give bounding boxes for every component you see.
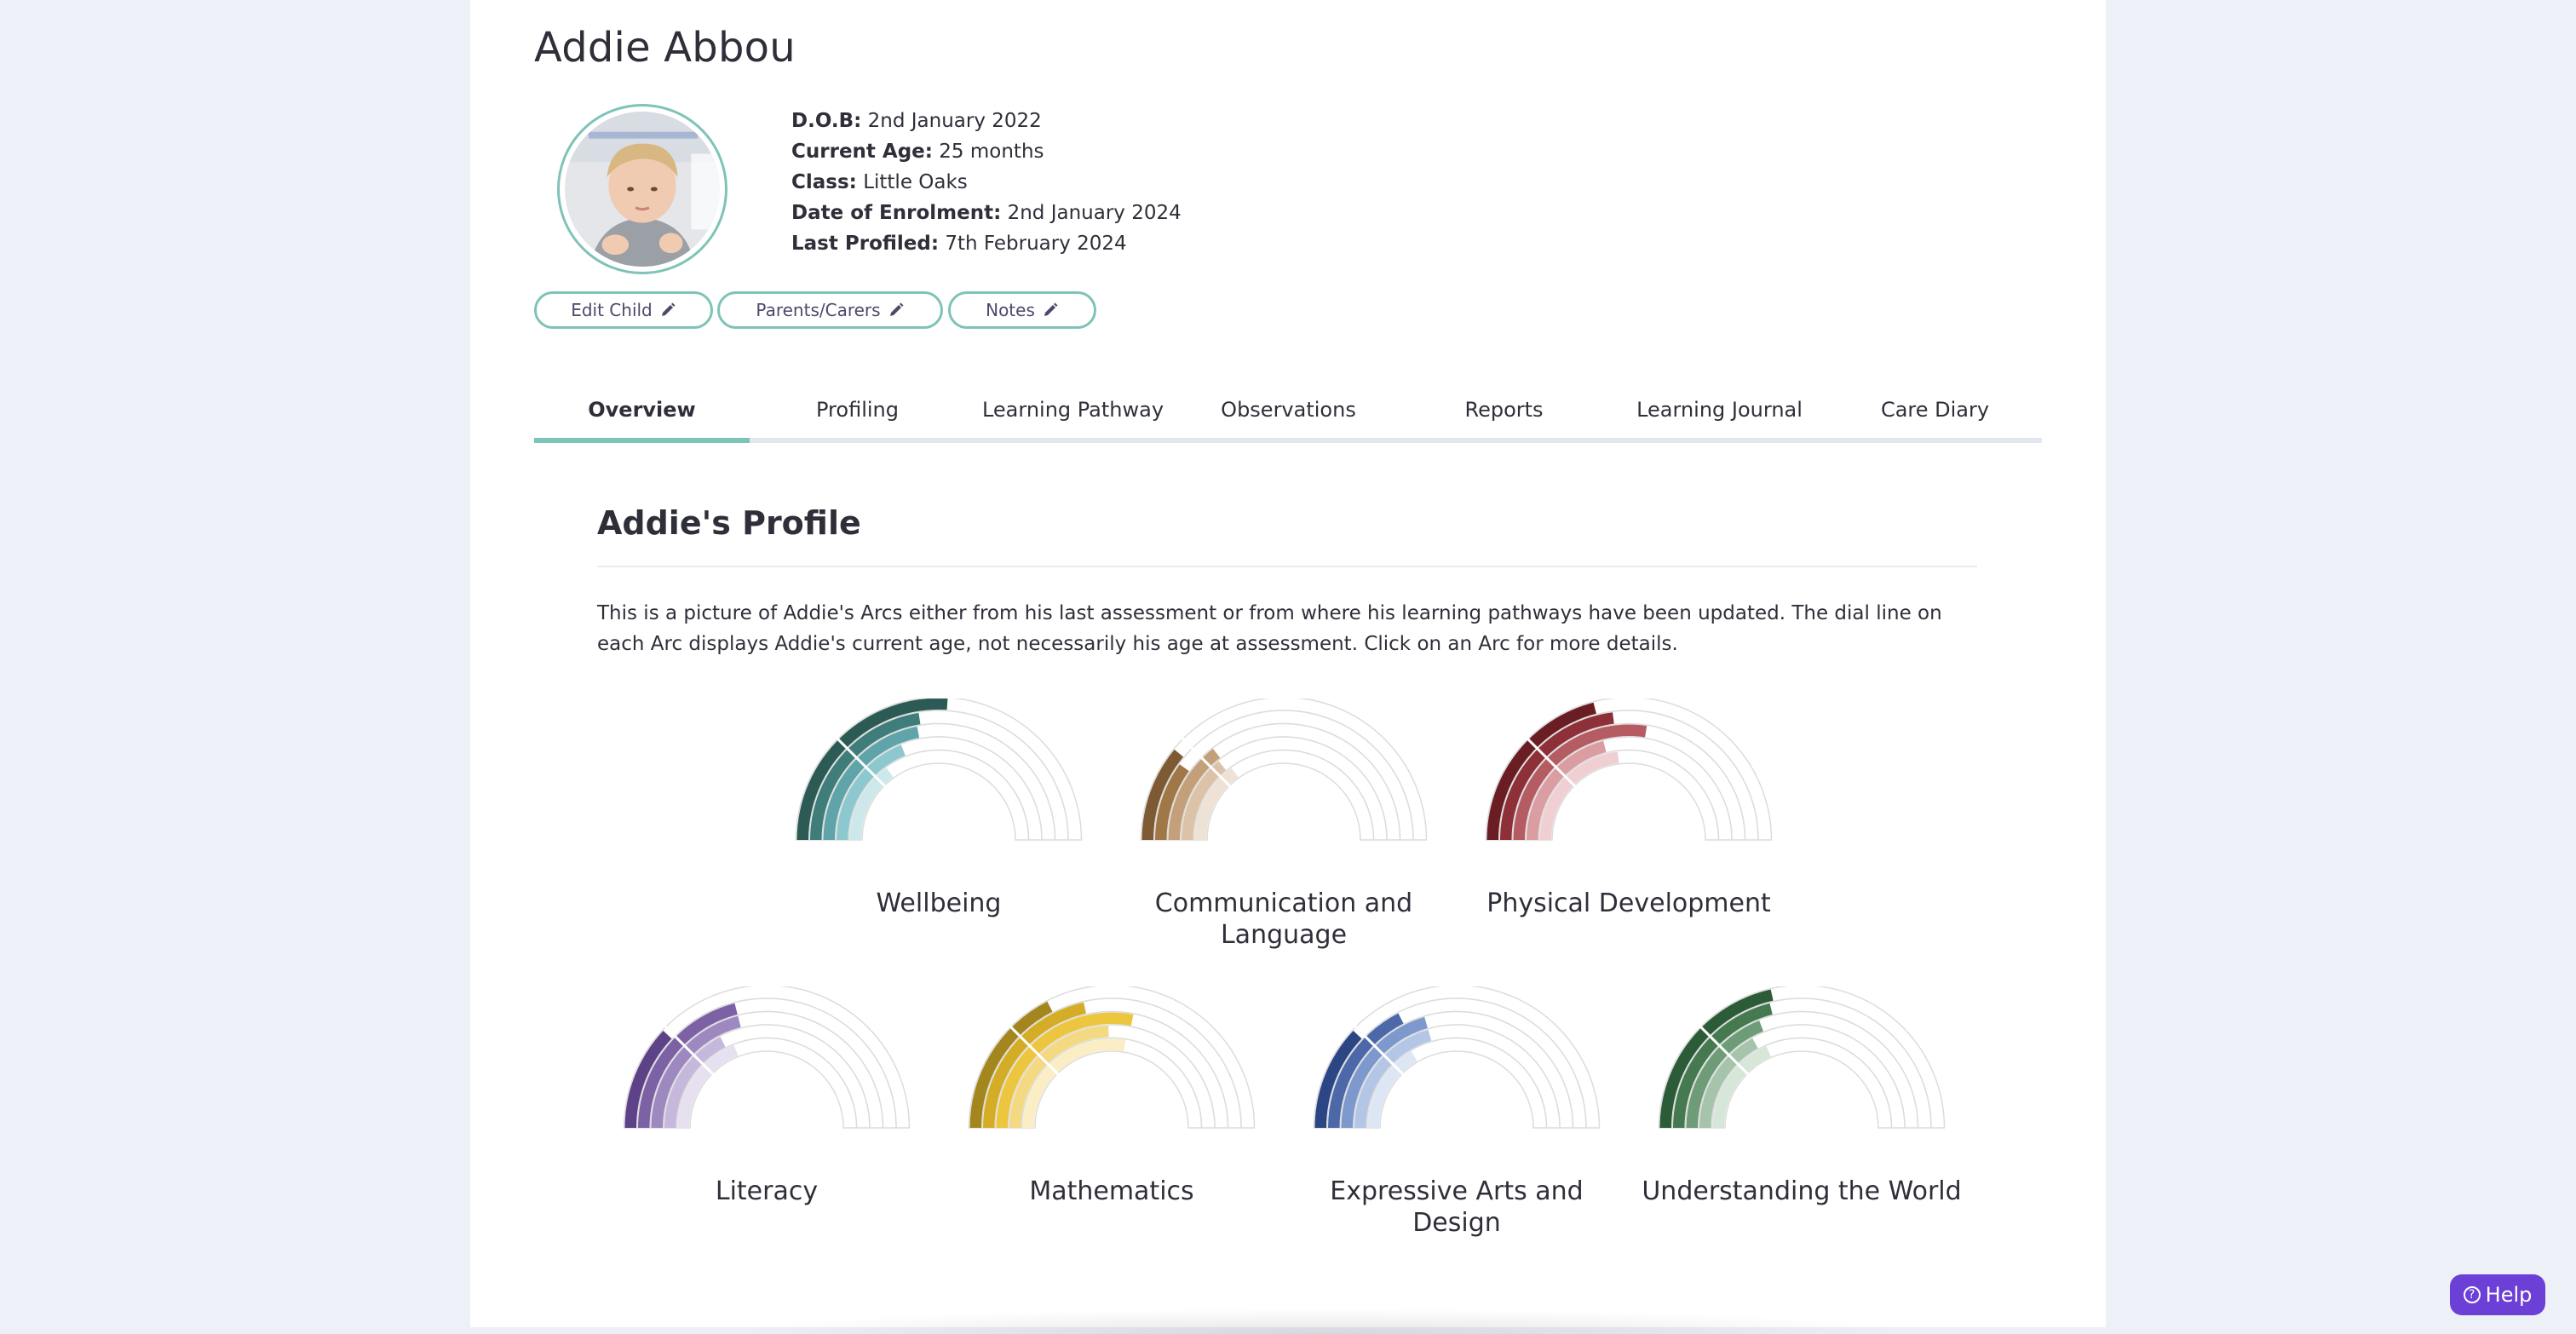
arc-expressive-arts-and-design[interactable]: Expressive Arts and Design bbox=[1312, 986, 1601, 1238]
dob-row: D.O.B: 2nd January 2022 bbox=[791, 110, 1042, 132]
pencil-icon bbox=[889, 302, 904, 316]
arc-label: Mathematics bbox=[1029, 1176, 1194, 1206]
arc-dial bbox=[1313, 986, 1601, 1129]
profile-title: Addie's Profile bbox=[597, 504, 861, 542]
help-button[interactable]: ? Help bbox=[2450, 1274, 2545, 1315]
child-details: D.O.B: 2nd January 2022 Current Age: 25 … bbox=[791, 106, 1182, 259]
arc-label: Communication and Language bbox=[1154, 888, 1413, 950]
arc-literacy[interactable]: Literacy bbox=[622, 986, 911, 1216]
divider bbox=[597, 566, 1977, 567]
profile-tabs: Overview Profiling Learning Pathway Obse… bbox=[534, 388, 2042, 443]
arc-understanding-the-world[interactable]: Understanding the World bbox=[1642, 986, 1962, 1216]
arc-label: Literacy bbox=[715, 1176, 819, 1206]
arc-dial bbox=[1140, 699, 1428, 841]
arc-mathematics[interactable]: Mathematics bbox=[967, 986, 1256, 1216]
edit-child-button[interactable]: Edit Child bbox=[534, 291, 713, 329]
profile-description: This is a picture of Addie's Arcs either… bbox=[597, 602, 1942, 655]
arc-physical-development[interactable]: Physical Development bbox=[1484, 699, 1774, 954]
arc-label: Expressive Arts and Design bbox=[1330, 1176, 1584, 1238]
age-row: Current Age: 25 months bbox=[791, 141, 1044, 163]
arc-dial bbox=[795, 699, 1083, 841]
tab-reports[interactable]: Reports bbox=[1396, 388, 1612, 431]
tab-track bbox=[534, 438, 2042, 443]
card-shadow bbox=[709, 1308, 1935, 1334]
child-avatar bbox=[557, 104, 727, 274]
tab-care-diary[interactable]: Care Diary bbox=[1827, 388, 2043, 431]
notes-button[interactable]: Notes bbox=[948, 291, 1096, 329]
arc-wellbeing[interactable]: Wellbeing bbox=[794, 699, 1084, 954]
tab-overview[interactable]: Overview bbox=[534, 388, 750, 431]
arc-dial bbox=[1485, 699, 1773, 841]
arc-communication-and-language[interactable]: Communication and Language bbox=[1139, 699, 1429, 954]
tab-learning-pathway[interactable]: Learning Pathway bbox=[965, 388, 1181, 431]
parents-carers-button[interactable]: Parents/Carers bbox=[717, 291, 943, 329]
pencil-icon bbox=[1044, 302, 1058, 316]
arc-label: Understanding the World bbox=[1642, 1176, 1962, 1206]
pencil-icon bbox=[661, 302, 676, 316]
child-name: Addie Abbou bbox=[534, 24, 796, 72]
main-panel: Addie Abbou D.O.B: 2nd January 2022 Curr… bbox=[470, 0, 2106, 1334]
last-profiled-row: Last Profiled: 7th February 2024 bbox=[791, 233, 1127, 255]
arc-label: Physical Development bbox=[1486, 888, 1771, 918]
arc-dial bbox=[1658, 986, 1946, 1129]
arc-dial bbox=[968, 986, 1256, 1129]
arc-dial bbox=[623, 986, 911, 1129]
arc-label: Wellbeing bbox=[876, 888, 1002, 918]
tab-active-indicator bbox=[534, 438, 750, 443]
question-circle-icon: ? bbox=[2463, 1286, 2481, 1303]
tab-profiling[interactable]: Profiling bbox=[750, 388, 965, 431]
class-row: Class: Little Oaks bbox=[791, 171, 968, 193]
tab-observations[interactable]: Observations bbox=[1181, 388, 1396, 431]
enrolment-row: Date of Enrolment: 2nd January 2024 bbox=[791, 202, 1182, 224]
child-photo bbox=[565, 112, 720, 267]
tab-learning-journal[interactable]: Learning Journal bbox=[1612, 388, 1827, 431]
